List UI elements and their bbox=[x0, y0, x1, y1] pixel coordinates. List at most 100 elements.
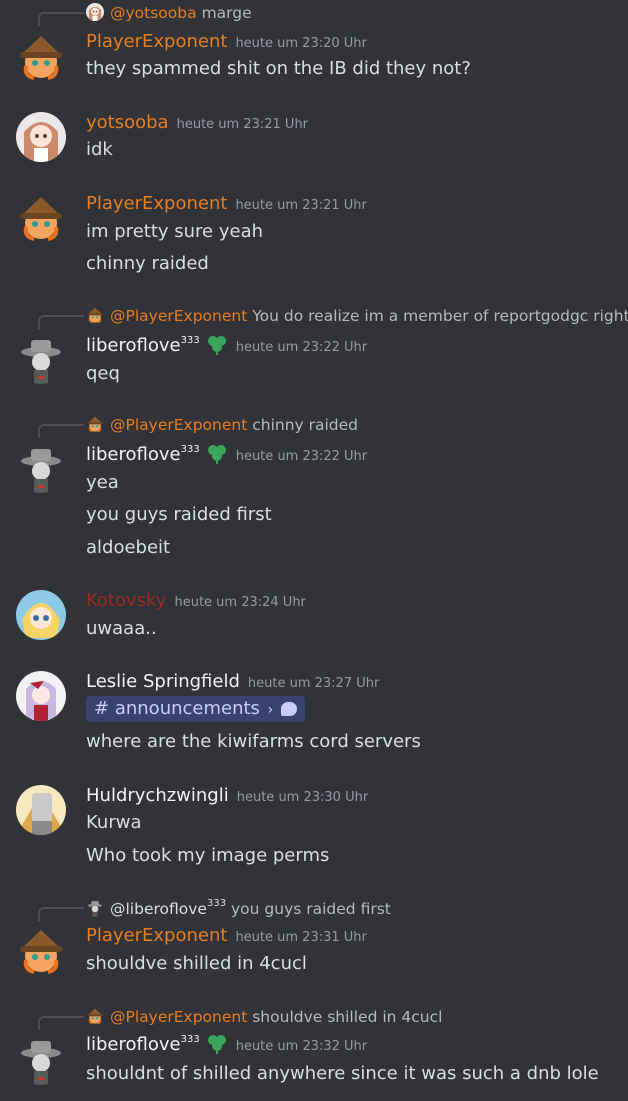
message: @PlayerExponent shouldve shilled in 4cuc… bbox=[0, 1006, 628, 1101]
avatar[interactable] bbox=[16, 1035, 66, 1085]
timestamp: heute um 23:21 Uhr bbox=[176, 117, 309, 132]
message-text: they spammed shit on the IB did they not… bbox=[86, 58, 471, 79]
message: Huldrychzwingli heute um 23:30 Uhr Kurwa … bbox=[0, 785, 628, 875]
message-text: idk bbox=[86, 139, 113, 160]
message-header: liberoflove333 heute um 23:32 Uhr bbox=[86, 1034, 367, 1058]
author-name[interactable]: liberoflove333 bbox=[86, 1034, 200, 1055]
avatar[interactable] bbox=[16, 193, 66, 243]
message: Kotovsky heute um 23:24 Uhr uwaaa.. bbox=[0, 590, 628, 650]
avatar[interactable] bbox=[16, 443, 66, 493]
message-header: yotsooba heute um 23:21 Uhr bbox=[86, 112, 308, 133]
reply-author[interactable]: @yotsooba bbox=[110, 4, 197, 22]
message: @PlayerExponent You do realize im a memb… bbox=[0, 305, 628, 390]
avatar[interactable] bbox=[16, 112, 66, 162]
author-name[interactable]: yotsooba bbox=[86, 112, 169, 133]
message-header: Leslie Springfield heute um 23:27 Uhr bbox=[86, 671, 379, 692]
message: yotsooba heute um 23:21 Uhr idk bbox=[0, 112, 628, 172]
author-name[interactable]: liberoflove333 bbox=[86, 335, 200, 356]
reply-preview[interactable]: @PlayerExponent shouldve shilled in 4cuc… bbox=[86, 1007, 442, 1026]
message-header: Kotovsky heute um 23:24 Uhr bbox=[86, 590, 306, 611]
reply-avatar bbox=[86, 306, 104, 324]
timestamp: heute um 23:22 Uhr bbox=[235, 449, 368, 464]
timestamp: heute um 23:30 Uhr bbox=[236, 790, 369, 805]
author-name-text: liberoflove bbox=[86, 335, 181, 356]
reply-author[interactable]: @liberoflove333 bbox=[110, 898, 227, 918]
message-text: chinny raided bbox=[86, 253, 209, 274]
message-text: uwaaa.. bbox=[86, 618, 157, 639]
reply-author[interactable]: @PlayerExponent bbox=[110, 1008, 247, 1026]
timestamp: heute um 23:22 Uhr bbox=[235, 340, 368, 355]
message-header: PlayerExponent heute um 23:21 Uhr bbox=[86, 193, 367, 214]
reply-connector bbox=[38, 12, 84, 26]
message: @yotsooba marge PlayerExponent heute um 2… bbox=[0, 0, 628, 90]
author-name-sup: 333 bbox=[180, 1034, 200, 1045]
reply-avatar bbox=[86, 899, 104, 917]
reply-connector bbox=[38, 424, 84, 438]
reply-author-text: @liberoflove bbox=[110, 900, 207, 918]
timestamp: heute um 23:27 Uhr bbox=[247, 676, 380, 691]
message-text: im pretty sure yeah bbox=[86, 221, 264, 242]
message-header: liberoflove333 heute um 23:22 Uhr bbox=[86, 444, 367, 468]
message-header: PlayerExponent heute um 23:20 Uhr bbox=[86, 31, 367, 52]
reply-avatar bbox=[86, 415, 104, 433]
message-text: yea bbox=[86, 472, 119, 493]
reply-connector bbox=[38, 1016, 84, 1030]
reply-preview[interactable]: @PlayerExponent chinny raided bbox=[86, 415, 358, 434]
reply-connector bbox=[38, 315, 84, 329]
channel-name: announcements bbox=[114, 698, 260, 719]
author-name[interactable]: PlayerExponent bbox=[86, 31, 227, 52]
author-name-text: liberoflove bbox=[86, 1034, 181, 1055]
message: @PlayerExponent chinny raided liberoflov… bbox=[0, 414, 628, 564]
message-text: where are the kiwifarms cord servers bbox=[86, 731, 421, 752]
avatar[interactable] bbox=[16, 926, 66, 976]
timestamp: heute um 23:31 Uhr bbox=[235, 930, 367, 945]
chevron-right-icon: › bbox=[267, 702, 274, 718]
author-name[interactable]: Huldrychzwingli bbox=[86, 785, 229, 806]
reply-connector bbox=[38, 907, 84, 921]
reply-avatar bbox=[86, 3, 104, 21]
message: Leslie Springfield heute um 23:27 Uhr # a… bbox=[0, 671, 628, 761]
reply-author[interactable]: @PlayerExponent bbox=[110, 307, 247, 325]
message-header: Huldrychzwingli heute um 23:30 Uhr bbox=[86, 785, 368, 806]
reply-text: marge bbox=[201, 4, 252, 22]
timestamp: heute um 23:20 Uhr bbox=[235, 36, 367, 51]
author-name[interactable]: Kotovsky bbox=[86, 590, 166, 611]
author-name-sup: 333 bbox=[180, 335, 200, 346]
thread-bubble-icon bbox=[281, 702, 298, 716]
message: @liberoflove333 you guys raided first Pl… bbox=[0, 897, 628, 982]
message-text: you guys raided first bbox=[86, 504, 272, 525]
reply-text: chinny raided bbox=[252, 416, 359, 434]
clover-badge-icon[interactable] bbox=[206, 444, 228, 468]
reply-avatar bbox=[86, 1007, 104, 1025]
message-text: qeq bbox=[86, 363, 120, 384]
reply-text: you guys raided first bbox=[231, 900, 391, 918]
author-name[interactable]: liberoflove333 bbox=[86, 444, 200, 465]
author-name[interactable]: PlayerExponent bbox=[86, 193, 227, 214]
message: PlayerExponent heute um 23:21 Uhr im pret… bbox=[0, 193, 628, 288]
avatar[interactable] bbox=[16, 785, 66, 835]
avatar[interactable] bbox=[16, 590, 66, 640]
reply-preview[interactable]: @PlayerExponent You do realize im a memb… bbox=[86, 306, 628, 325]
avatar[interactable] bbox=[16, 334, 66, 384]
timestamp: heute um 23:32 Uhr bbox=[235, 1039, 368, 1054]
reply-preview[interactable]: @liberoflove333 you guys raided first bbox=[86, 898, 391, 918]
reply-author[interactable]: @PlayerExponent bbox=[110, 416, 247, 434]
message-text: Who took my image perms bbox=[86, 845, 330, 866]
avatar[interactable] bbox=[16, 671, 66, 721]
clover-badge-icon[interactable] bbox=[206, 1034, 228, 1058]
message-header: liberoflove333 heute um 23:22 Uhr bbox=[86, 335, 367, 359]
reply-preview[interactable]: @yotsooba marge bbox=[86, 3, 252, 22]
message-text: shouldnt of shilled anywhere since it wa… bbox=[86, 1063, 599, 1084]
message-text: Kurwa bbox=[86, 812, 142, 833]
author-name[interactable]: Leslie Springfield bbox=[86, 671, 240, 692]
clover-badge-icon[interactable] bbox=[206, 335, 228, 359]
timestamp: heute um 23:24 Uhr bbox=[174, 595, 306, 610]
reply-text: You do realize im a member of reportgodg… bbox=[252, 307, 628, 325]
channel-mention[interactable]: # announcements › bbox=[86, 696, 306, 722]
avatar[interactable] bbox=[16, 32, 66, 82]
reply-text: shouldve shilled in 4cucl bbox=[252, 1008, 443, 1026]
message-header: PlayerExponent heute um 23:31 Uhr bbox=[86, 925, 367, 946]
author-name[interactable]: PlayerExponent bbox=[86, 925, 227, 946]
author-name-text: liberoflove bbox=[86, 444, 181, 465]
reply-author-sup: 333 bbox=[206, 898, 227, 909]
